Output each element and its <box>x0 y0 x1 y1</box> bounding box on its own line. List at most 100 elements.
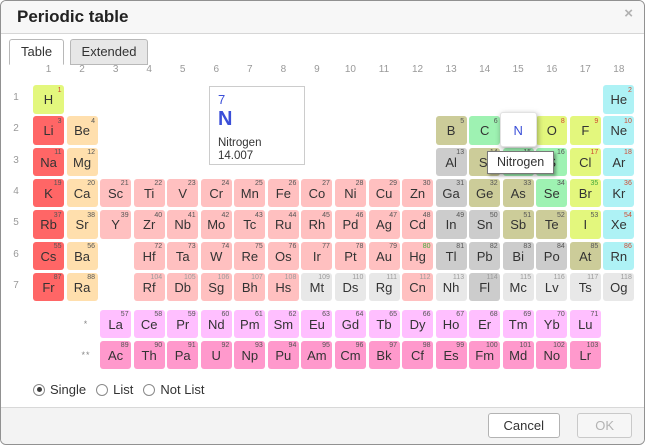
element-cell-Zr[interactable]: 40Zr <box>134 210 165 239</box>
element-cell-Be[interactable]: 4Be <box>67 116 98 145</box>
element-cell-Ac[interactable]: 89Ac <box>100 341 131 370</box>
element-cell-Ho[interactable]: 67Ho <box>436 310 467 339</box>
element-cell-Dy[interactable]: 66Dy <box>402 310 433 339</box>
element-cell-Pm[interactable]: 61Pm <box>234 310 265 339</box>
element-cell-Pa[interactable]: 91Pa <box>167 341 198 370</box>
element-cell-Sr[interactable]: 38Sr <box>67 210 98 239</box>
close-icon[interactable]: × <box>624 6 633 21</box>
element-cell-Ni[interactable]: 28Ni <box>335 179 366 208</box>
element-cell-Am[interactable]: 95Am <box>301 341 332 370</box>
element-cell-Ga[interactable]: 31Ga <box>436 179 467 208</box>
element-cell-Ca[interactable]: 20Ca <box>67 179 98 208</box>
element-cell-Fl[interactable]: 114Fl <box>469 273 500 302</box>
element-cell-Al[interactable]: 13Al <box>436 148 467 177</box>
element-cell-Rb[interactable]: 37Rb <box>33 210 64 239</box>
element-cell-Co[interactable]: 27Co <box>301 179 332 208</box>
element-cell-Ti[interactable]: 22Ti <box>134 179 165 208</box>
element-cell-Hs[interactable]: 108Hs <box>268 273 299 302</box>
element-cell-Tm[interactable]: 69Tm <box>503 310 534 339</box>
element-cell-Fe[interactable]: 26Fe <box>268 179 299 208</box>
element-cell-Se[interactable]: 34Se <box>536 179 567 208</box>
element-cell-Au[interactable]: 79Au <box>369 242 400 271</box>
element-cell-Ir[interactable]: 77Ir <box>301 242 332 271</box>
element-cell-Mc[interactable]: 115Mc <box>503 273 534 302</box>
element-cell-Lv[interactable]: 116Lv <box>536 273 567 302</box>
element-cell-No[interactable]: 102No <box>536 341 567 370</box>
element-cell-O[interactable]: 8O <box>536 116 567 145</box>
element-cell-Mt[interactable]: 109Mt <box>301 273 332 302</box>
element-cell-Zn[interactable]: 30Zn <box>402 179 433 208</box>
element-cell-Os[interactable]: 76Os <box>268 242 299 271</box>
element-cell-Hg[interactable]: 80Hg <box>402 242 433 271</box>
element-cell-Og[interactable]: 118Og <box>603 273 634 302</box>
element-cell-Pb[interactable]: 82Pb <box>469 242 500 271</box>
element-cell-Np[interactable]: 93Np <box>234 341 265 370</box>
element-cell-Bh[interactable]: 107Bh <box>234 273 265 302</box>
element-cell-Sc[interactable]: 21Sc <box>100 179 131 208</box>
element-cell-Br[interactable]: 35Br <box>570 179 601 208</box>
element-cell-Eu[interactable]: 63Eu <box>301 310 332 339</box>
element-cell-Pd[interactable]: 46Pd <box>335 210 366 239</box>
element-cell-Ge[interactable]: 32Ge <box>469 179 500 208</box>
element-cell-Nb[interactable]: 41Nb <box>167 210 198 239</box>
element-cell-Mn[interactable]: 25Mn <box>234 179 265 208</box>
element-cell-Tc[interactable]: 43Tc <box>234 210 265 239</box>
element-cell-Tl[interactable]: 81Tl <box>436 242 467 271</box>
element-cell-Cr[interactable]: 24Cr <box>201 179 232 208</box>
element-cell-Po[interactable]: 84Po <box>536 242 567 271</box>
element-cell-In[interactable]: 49In <box>436 210 467 239</box>
element-cell-B[interactable]: 5B <box>436 116 467 145</box>
element-cell-Te[interactable]: 52Te <box>536 210 567 239</box>
element-cell-Ru[interactable]: 44Ru <box>268 210 299 239</box>
element-cell-C[interactable]: 6C <box>469 116 500 145</box>
element-cell-Cn[interactable]: 112Cn <box>402 273 433 302</box>
element-cell-W[interactable]: 74W <box>201 242 232 271</box>
element-cell-Er[interactable]: 68Er <box>469 310 500 339</box>
cancel-button[interactable]: Cancel <box>488 413 560 438</box>
element-cell-Xe[interactable]: 54Xe <box>603 210 634 239</box>
element-cell-Sn[interactable]: 50Sn <box>469 210 500 239</box>
element-cell-Ag[interactable]: 47Ag <box>369 210 400 239</box>
element-cell-Mo[interactable]: 42Mo <box>201 210 232 239</box>
element-cell-U[interactable]: 92U <box>201 341 232 370</box>
element-cell-V[interactable]: 23V <box>167 179 198 208</box>
element-cell-Rn[interactable]: 86Rn <box>603 242 634 271</box>
element-cell-Pt[interactable]: 78Pt <box>335 242 366 271</box>
element-cell-Nd[interactable]: 60Nd <box>201 310 232 339</box>
element-cell-H[interactable]: 1H <box>33 85 64 114</box>
element-cell-Yb[interactable]: 70Yb <box>536 310 567 339</box>
tab-table[interactable]: Table <box>9 39 64 65</box>
element-cell-Na[interactable]: 11Na <box>33 148 64 177</box>
element-cell-Ar[interactable]: 18Ar <box>603 148 634 177</box>
element-cell-Lr[interactable]: 103Lr <box>570 341 601 370</box>
tab-extended[interactable]: Extended <box>70 39 149 65</box>
element-cell-Es[interactable]: 99Es <box>436 341 467 370</box>
element-cell-Ts[interactable]: 117Ts <box>570 273 601 302</box>
element-cell-Rh[interactable]: 45Rh <box>301 210 332 239</box>
element-cell-Gd[interactable]: 64Gd <box>335 310 366 339</box>
element-cell-Cm[interactable]: 96Cm <box>335 341 366 370</box>
element-cell-Ne[interactable]: 10Ne <box>603 116 634 145</box>
element-cell-Ta[interactable]: 73Ta <box>167 242 198 271</box>
element-cell-Cf[interactable]: 98Cf <box>402 341 433 370</box>
element-cell-Bk[interactable]: 97Bk <box>369 341 400 370</box>
element-cell-Kr[interactable]: 36Kr <box>603 179 634 208</box>
element-cell-Re[interactable]: 75Re <box>234 242 265 271</box>
element-cell-Ds[interactable]: 110Ds <box>335 273 366 302</box>
element-cell-Pu[interactable]: 94Pu <box>268 341 299 370</box>
radio-not-list[interactable]: Not List <box>143 382 204 397</box>
element-cell-Ra[interactable]: 88Ra <box>67 273 98 302</box>
element-cell-Fr[interactable]: 87Fr <box>33 273 64 302</box>
element-cell-Db[interactable]: 105Db <box>167 273 198 302</box>
element-cell-Mg[interactable]: 12Mg <box>67 148 98 177</box>
element-cell-Lu[interactable]: 71Lu <box>570 310 601 339</box>
element-cell-Fm[interactable]: 100Fm <box>469 341 500 370</box>
element-cell-He[interactable]: 2He <box>603 85 634 114</box>
element-cell-N[interactable]: 7N <box>500 112 537 147</box>
element-cell-Hf[interactable]: 72Hf <box>134 242 165 271</box>
element-cell-Sm[interactable]: 62Sm <box>268 310 299 339</box>
element-cell-Cl[interactable]: 17Cl <box>570 148 601 177</box>
element-cell-As[interactable]: 33As <box>503 179 534 208</box>
element-cell-Ba[interactable]: 56Ba <box>67 242 98 271</box>
element-cell-Cu[interactable]: 29Cu <box>369 179 400 208</box>
